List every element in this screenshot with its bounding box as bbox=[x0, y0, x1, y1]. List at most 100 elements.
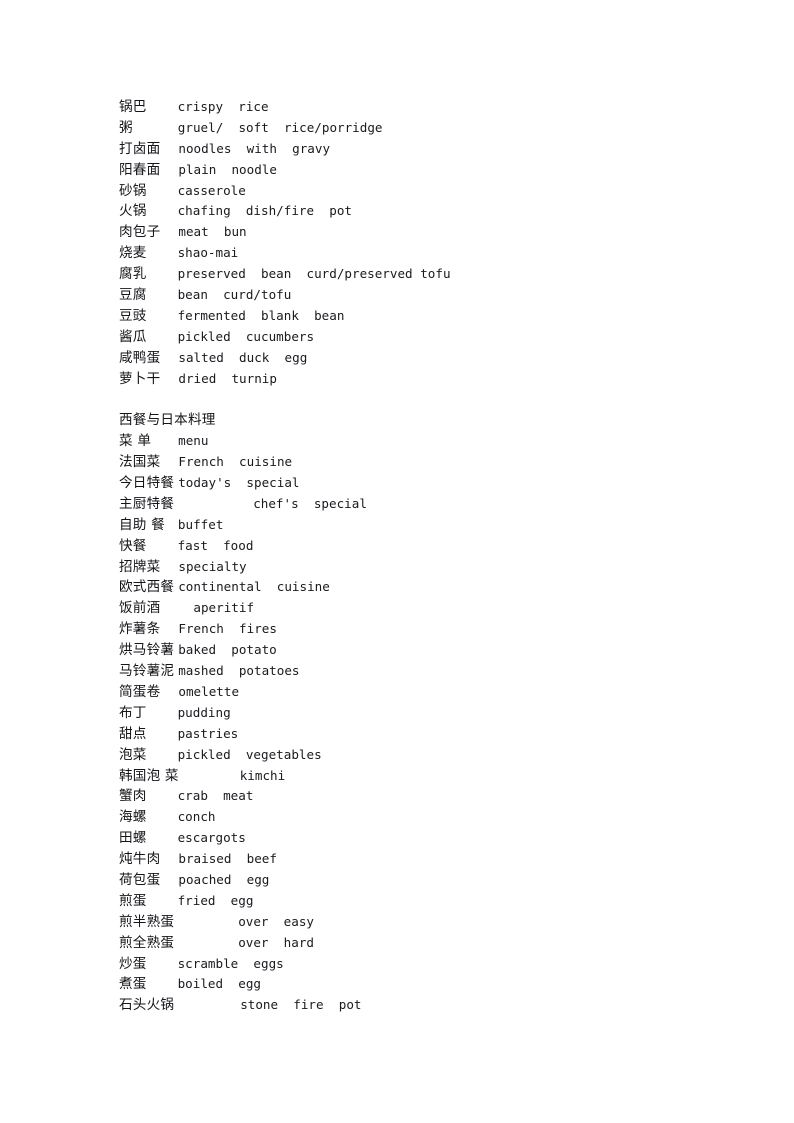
entry-gloss: continental cuisine bbox=[178, 579, 330, 595]
entry-term: 海螺 bbox=[119, 809, 147, 826]
glossary-entry: 咸鸭蛋 salted duck egg bbox=[119, 348, 719, 369]
glossary-entry: 海螺 conch bbox=[119, 807, 719, 828]
glossary-entry: 饭前酒 aperitif bbox=[119, 598, 719, 619]
glossary-entry: 烘马铃薯 baked potato bbox=[119, 640, 719, 661]
glossary-entry: 豆豉 fermented blank bean bbox=[119, 306, 719, 327]
entry-gloss: crab meat bbox=[177, 788, 254, 804]
glossary-entry: 煎蛋 fried egg bbox=[119, 891, 719, 912]
glossary-entry: 煎半熟蛋 over easy bbox=[119, 912, 719, 933]
entry-gloss: stone fire pot bbox=[240, 997, 362, 1013]
entry-term: 萝卜干 bbox=[119, 370, 161, 387]
entry-term: 煎蛋 bbox=[119, 892, 147, 909]
entry-gloss: fried egg bbox=[177, 892, 254, 908]
entry-term: 田螺 bbox=[119, 830, 147, 847]
entry-term: 饭前酒 bbox=[119, 600, 161, 617]
entry-gloss: dried turnip bbox=[178, 370, 277, 386]
entry-term: 火锅 bbox=[119, 203, 147, 220]
entry-gloss: specialty bbox=[178, 558, 247, 574]
entry-gloss: aperitif bbox=[193, 600, 255, 616]
entry-gloss: preserved bean curd/preserved tofu bbox=[177, 266, 451, 282]
glossary-entry: 菜 单 menu bbox=[119, 431, 719, 452]
entry-term: 阳春面 bbox=[119, 161, 161, 178]
entry-term: 韩国泡 菜 bbox=[119, 767, 179, 784]
glossary-entry: 炖牛肉 braised beef bbox=[119, 849, 719, 870]
entry-gloss: French cuisine bbox=[178, 454, 293, 470]
entry-term: 简蛋卷 bbox=[119, 683, 161, 700]
entry-term: 豆豉 bbox=[119, 307, 147, 324]
entry-term: 炖牛肉 bbox=[119, 851, 161, 868]
glossary-entry: 石头火锅 stone fire pot bbox=[119, 995, 719, 1016]
entry-gloss: bean curd/tofu bbox=[177, 287, 292, 303]
entry-term: 荷包蛋 bbox=[119, 871, 161, 888]
entry-term: 烘马铃薯 bbox=[119, 642, 175, 659]
entry-term: 快餐 bbox=[119, 537, 147, 554]
glossary-entry: 阳春面 plain noodle bbox=[119, 160, 719, 181]
entry-gloss: conch bbox=[177, 809, 216, 825]
glossary-entry: 快餐 fast food bbox=[119, 536, 719, 557]
glossary-entry: 泡菜 pickled vegetables bbox=[119, 745, 719, 766]
entry-term: 粥 bbox=[119, 119, 133, 136]
entry-term: 酱瓜 bbox=[119, 328, 147, 345]
glossary-entry: 火锅 chafing dish/fire pot bbox=[119, 201, 719, 222]
entry-term: 石头火锅 bbox=[119, 997, 175, 1014]
entry-gloss: French fires bbox=[178, 621, 277, 637]
glossary-entry: 粥 gruel/ soft rice/porridge bbox=[119, 118, 719, 139]
entry-gloss: omelette bbox=[178, 683, 240, 699]
entry-gloss: boiled egg bbox=[177, 976, 261, 992]
entry-gloss: gruel/ soft rice/porridge bbox=[177, 119, 383, 135]
entry-gloss: escargots bbox=[177, 830, 246, 846]
entry-gloss: shao-mai bbox=[177, 245, 239, 261]
entry-term: 腐乳 bbox=[119, 266, 147, 283]
entry-term: 今日特餐 bbox=[119, 475, 175, 492]
glossary-entry: 炸薯条 French fires bbox=[119, 619, 719, 640]
glossary-entry: 煎全熟蛋 over hard bbox=[119, 933, 719, 954]
entry-term: 打卤面 bbox=[119, 140, 161, 157]
entry-gloss: fast food bbox=[177, 537, 254, 553]
entry-gloss: pickled vegetables bbox=[177, 746, 322, 762]
glossary-entry: 简蛋卷 omelette bbox=[119, 682, 719, 703]
glossary-entry: 法国菜 French cuisine bbox=[119, 452, 719, 473]
glossary-entry: 肉包子 meat bun bbox=[119, 222, 719, 243]
glossary-entry: 欧式西餐 continental cuisine bbox=[119, 577, 719, 598]
entry-gloss: today's special bbox=[178, 475, 300, 491]
entry-term: 法国菜 bbox=[119, 454, 161, 471]
entry-term: 主厨特餐 bbox=[119, 495, 175, 512]
glossary-entry: 布丁 pudding bbox=[119, 703, 719, 724]
entry-gloss: salted duck egg bbox=[178, 349, 308, 365]
entry-gloss: chef's special bbox=[253, 495, 367, 511]
glossary-entry: 今日特餐 today's special bbox=[119, 473, 719, 494]
entry-gloss: fermented blank bean bbox=[177, 307, 345, 323]
glossary-entry: 锅巴 crispy rice bbox=[119, 97, 719, 118]
entry-gloss: pudding bbox=[177, 704, 231, 720]
glossary-entry: 蟹肉 crab meat bbox=[119, 786, 719, 807]
entry-gloss: braised beef bbox=[178, 851, 277, 867]
entry-term: 炸薯条 bbox=[119, 621, 161, 638]
entry-gloss: baked potato bbox=[178, 642, 277, 658]
glossary-entry: 萝卜干 dried turnip bbox=[119, 369, 719, 390]
glossary-entry: 打卤面 noodles with gravy bbox=[119, 139, 719, 160]
entry-gloss: scramble eggs bbox=[177, 955, 284, 971]
entry-term: 招牌菜 bbox=[119, 558, 161, 575]
entry-term: 菜 单 bbox=[119, 433, 152, 450]
entry-term: 煮蛋 bbox=[119, 976, 147, 993]
entry-gloss: meat bun bbox=[178, 224, 247, 240]
entry-term: 欧式西餐 bbox=[119, 579, 175, 596]
entry-gloss: chafing dish/fire pot bbox=[177, 203, 352, 219]
glossary-entry: 招牌菜 specialty bbox=[119, 557, 719, 578]
entry-term: 咸鸭蛋 bbox=[119, 349, 161, 366]
glossary-entry: 甜点 pastries bbox=[119, 724, 719, 745]
glossary-entry: 荷包蛋 poached egg bbox=[119, 870, 719, 891]
entry-gloss: plain noodle bbox=[178, 161, 277, 177]
glossary-entry: 韩国泡 菜 kimchi bbox=[119, 766, 719, 787]
glossary-entry: 烧麦 shao-mai bbox=[119, 243, 719, 264]
entry-term: 煎半熟蛋 bbox=[119, 913, 175, 930]
entry-gloss: kimchi bbox=[239, 767, 286, 783]
section-heading: 西餐与日本料理 bbox=[119, 410, 719, 431]
entry-gloss: buffet bbox=[177, 516, 224, 532]
glossary-entry: 自助 餐 buffet bbox=[119, 515, 719, 536]
glossary-entry: 马铃薯泥 mashed potatoes bbox=[119, 661, 719, 682]
entry-term: 甜点 bbox=[119, 725, 147, 742]
entry-term: 砂锅 bbox=[119, 182, 147, 199]
entry-term: 蟹肉 bbox=[119, 788, 147, 805]
